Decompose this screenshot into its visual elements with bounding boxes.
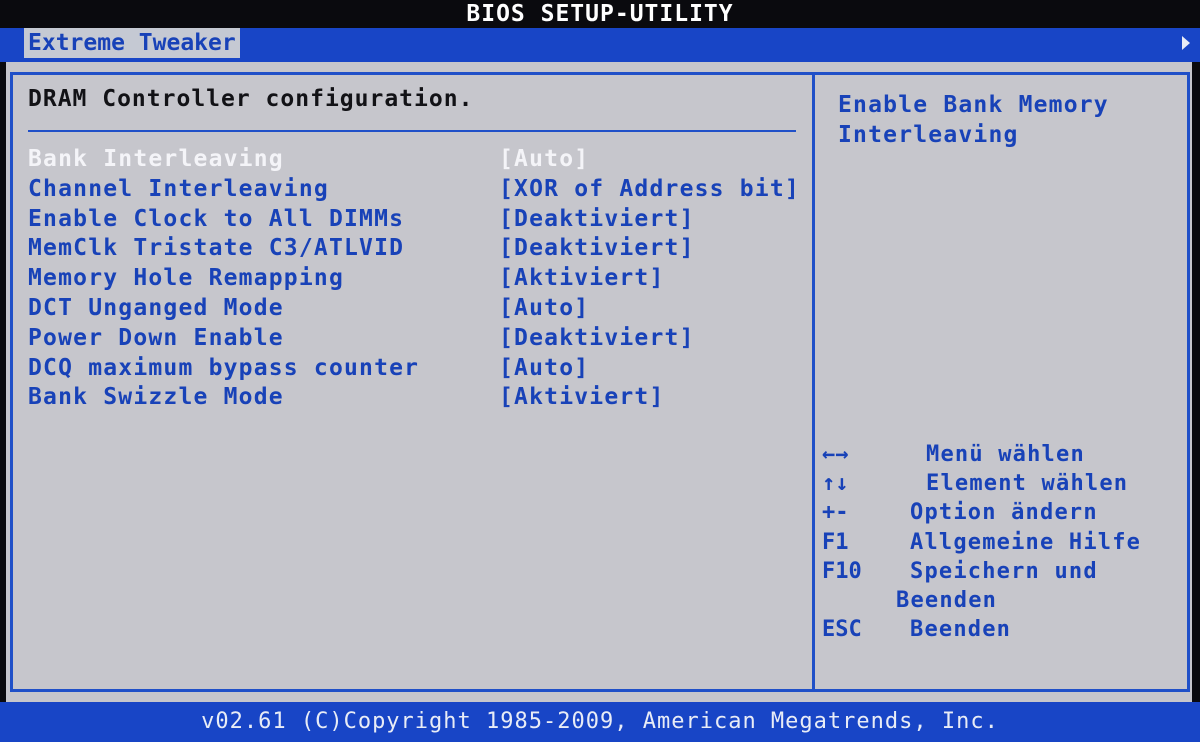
menu-tab-bar: Extreme Tweaker (0, 28, 1200, 62)
setting-value[interactable]: [Auto] (499, 355, 589, 381)
key-legend-row: F10 Speichern und (822, 559, 1182, 588)
key-legend-row: ←→ Menü wählen (822, 442, 1182, 471)
key-description: Allgemeine Hilfe (910, 529, 1142, 555)
setting-value[interactable]: [Auto] (499, 146, 589, 172)
key-legend-row: Beenden (822, 588, 1182, 617)
key-legend-row: ESC Beenden (822, 617, 1182, 646)
setting-label: Memory Hole Remapping (28, 265, 344, 292)
setting-value[interactable]: [Deaktiviert] (499, 235, 695, 261)
setting-label: MemClk Tristate C3/ATLVID (28, 235, 405, 262)
section-title: DRAM Controller configuration. (28, 86, 474, 112)
setting-dcq-max-bypass-counter[interactable]: DCQ maximum bypass counter [Auto] (28, 355, 808, 385)
setting-dct-unganged-mode[interactable]: DCT Unganged Mode [Auto] (28, 295, 808, 325)
left-right-arrows-icon: ←→ (822, 442, 849, 467)
settings-list: Bank Interleaving [Auto] Channel Interle… (28, 146, 808, 414)
setting-value[interactable]: [Aktiviert] (499, 384, 665, 410)
copyright-footer: v02.61 (C)Copyright 1985-2009, American … (0, 702, 1200, 742)
tab-extreme-tweaker[interactable]: Extreme Tweaker (24, 28, 240, 58)
setting-bank-swizzle-mode[interactable]: Bank Swizzle Mode [Aktiviert] (28, 384, 808, 414)
more-tabs-arrow-icon (1182, 36, 1190, 50)
setting-channel-interleaving[interactable]: Channel Interleaving [XOR of Address bit… (28, 176, 808, 206)
key-description: Beenden (896, 587, 998, 613)
key-legend-row: F1 Allgemeine Hilfe (822, 530, 1182, 559)
plus-minus-key: +- (822, 500, 849, 526)
setting-label: DCT Unganged Mode (28, 294, 284, 321)
setting-value[interactable]: [Auto] (499, 295, 589, 321)
setting-value[interactable]: [Deaktiviert] (499, 325, 695, 351)
setting-label: Bank Swizzle Mode (28, 384, 284, 411)
setting-memclk-tristate[interactable]: MemClk Tristate C3/ATLVID [Deaktiviert] (28, 235, 808, 265)
key-legend-row: ↑↓ Element wählen (822, 471, 1182, 500)
setting-power-down-enable[interactable]: Power Down Enable [Deaktiviert] (28, 325, 808, 355)
key-description: Beenden (910, 617, 1012, 643)
setting-label: Channel Interleaving (28, 175, 329, 202)
key-legend: ←→ Menü wählen ↑↓ Element wählen +- Opti… (822, 442, 1182, 646)
f10-key: F10 (822, 558, 862, 584)
main-panel: DRAM Controller configuration. Bank Inte… (6, 62, 1192, 702)
setting-label: DCQ maximum bypass counter (28, 354, 420, 381)
f1-key: F1 (822, 529, 849, 555)
setting-memory-hole-remapping[interactable]: Memory Hole Remapping [Aktiviert] (28, 265, 808, 295)
key-legend-row: +- Option ändern (822, 500, 1182, 529)
key-description: Menü wählen (926, 442, 1085, 467)
window-title: BIOS SETUP-UTILITY (0, 0, 1200, 28)
key-description: Option ändern (910, 500, 1098, 526)
help-divider (812, 72, 815, 692)
setting-value[interactable]: [Aktiviert] (499, 265, 665, 291)
setting-label: Enable Clock to All DIMMs (28, 205, 405, 232)
setting-value[interactable]: [Deaktiviert] (499, 206, 695, 232)
title-divider (28, 130, 796, 132)
setting-label: Bank Interleaving (28, 146, 284, 172)
setting-bank-interleaving[interactable]: Bank Interleaving [Auto] (28, 146, 808, 176)
key-description: Speichern und (910, 558, 1098, 584)
key-description: Element wählen (926, 471, 1129, 497)
setting-enable-clock-all-dimms[interactable]: Enable Clock to All DIMMs [Deaktiviert] (28, 206, 808, 236)
setting-value[interactable]: [XOR of Address bit] (499, 176, 800, 202)
esc-key: ESC (822, 617, 862, 643)
item-help-text: Enable Bank Memory Interleaving (838, 92, 1109, 148)
up-down-arrows-icon: ↑↓ (822, 471, 849, 497)
setting-label: Power Down Enable (28, 324, 284, 351)
